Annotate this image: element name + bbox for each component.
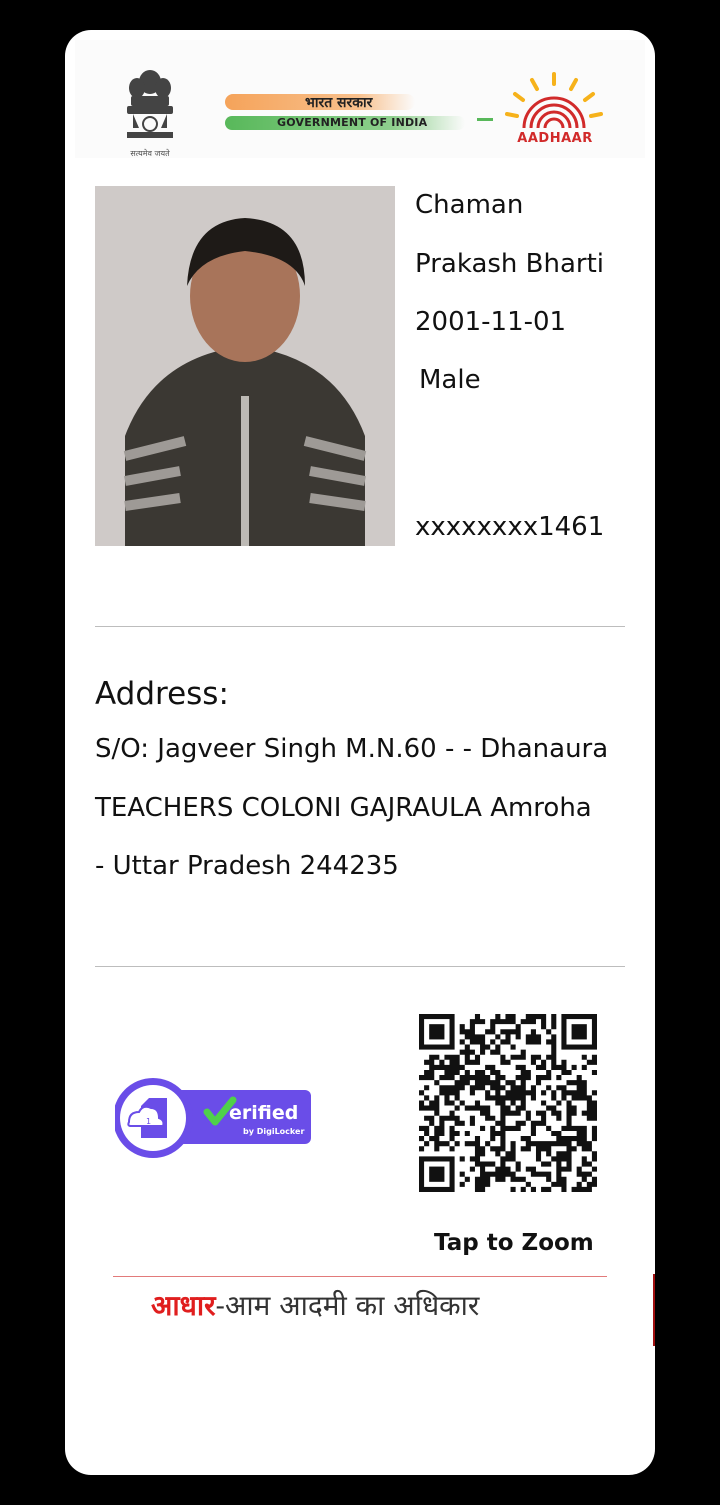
qr-code[interactable]: [419, 1014, 597, 1192]
doc-number: 1: [146, 1117, 151, 1126]
name-line-1: Chaman: [415, 190, 524, 220]
government-banner: भारत सरकार GOVERNMENT OF INDIA: [215, 80, 515, 140]
name-line-2: Prakash Bharti: [415, 249, 605, 279]
edge-mark: [653, 1274, 655, 1346]
address-line-3: - Uttar Pradesh 244235: [95, 851, 399, 881]
gov-hindi-label: भारत सरकार: [305, 95, 373, 111]
tap-to-zoom-label[interactable]: Tap to Zoom: [434, 1230, 594, 1256]
divider: [95, 626, 625, 627]
gender: Male: [419, 365, 481, 395]
qr-finder-pattern: [419, 1014, 455, 1050]
date-of-birth: 2001-11-01: [415, 307, 567, 337]
aadhaar-logo-label: AADHAAR: [517, 131, 593, 146]
holder-photo: [95, 186, 395, 546]
digilocker-label: by DigiLocker: [243, 1127, 304, 1136]
address-line-1: S/O: Jagveer Singh M.N.60 - - Dhanaura: [95, 734, 609, 764]
verified-label: erified: [229, 1102, 298, 1124]
aadhaar-number: xxxxxxxx1461: [415, 512, 605, 542]
gov-english-label: GOVERNMENT OF INDIA: [277, 116, 428, 129]
digilocker-verified-badge[interactable]: 1 erified by DigiLocker: [115, 1076, 315, 1160]
address-title: Address:: [95, 676, 229, 712]
address-line-2: TEACHERS COLONI GAJRAULA Amroha: [95, 793, 592, 823]
tagline-aadhaar: आधार: [151, 1289, 216, 1322]
emblem-caption: सत्यमेव जयते: [130, 149, 170, 158]
card-header: सत्यमेव जयते भारत सरकार GOVERNMENT OF IN…: [75, 40, 645, 158]
aadhaar-tagline: आधार-आम आदमी का अधिकार: [151, 1286, 479, 1324]
aadhaar-card: सत्यमेव जयते भारत सरकार GOVERNMENT OF IN…: [65, 30, 655, 1475]
tagline-rest: -आम आदमी का अधिकार: [215, 1289, 480, 1322]
national-emblem-icon: [127, 70, 173, 138]
qr-finder-pattern: [419, 1156, 455, 1192]
banner-dash: [477, 118, 493, 121]
divider: [95, 966, 625, 967]
qr-finder-pattern: [561, 1014, 597, 1050]
tagline-rule: [113, 1276, 607, 1277]
